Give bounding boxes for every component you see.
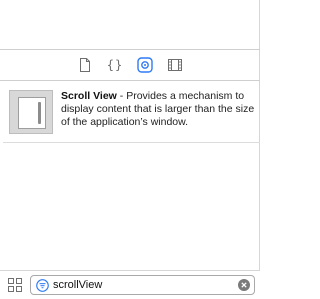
divider	[0, 80, 260, 81]
library-item-separator: -	[116, 90, 127, 102]
grid-view-icon[interactable]	[8, 278, 22, 292]
library-filter-bar	[0, 271, 260, 299]
file-template-library-tab[interactable]	[76, 56, 94, 74]
clear-search-icon[interactable]	[238, 279, 250, 291]
inspector-tab-bar: {}	[0, 50, 260, 80]
filter-icon[interactable]	[36, 278, 49, 292]
object-library-icon	[137, 57, 153, 73]
media-library-tab[interactable]	[166, 56, 184, 74]
code-snippet-library-tab[interactable]: {}	[106, 56, 124, 74]
panel-edge	[259, 0, 260, 299]
scroll-view-thumbnail-icon	[9, 90, 53, 134]
quick-help-icon: {}	[106, 58, 124, 72]
filter-input[interactable]	[53, 277, 228, 293]
library-item-title: Scroll View	[61, 90, 117, 102]
divider	[3, 142, 260, 143]
library-panel: {} Scroll View - Provides a mechanism to…	[0, 0, 260, 299]
library-item-description: Scroll View - Provides a mechanism to di…	[61, 90, 255, 129]
scroll-view-content-frame	[18, 97, 46, 129]
object-library-tab[interactable]	[136, 56, 154, 74]
media-library-icon	[168, 59, 182, 71]
library-item-scroll-view[interactable]: Scroll View - Provides a mechanism to di…	[0, 88, 260, 140]
file-inspector-icon	[80, 58, 90, 72]
scroll-view-scroller	[38, 102, 41, 124]
library-filter-field[interactable]	[30, 275, 255, 295]
